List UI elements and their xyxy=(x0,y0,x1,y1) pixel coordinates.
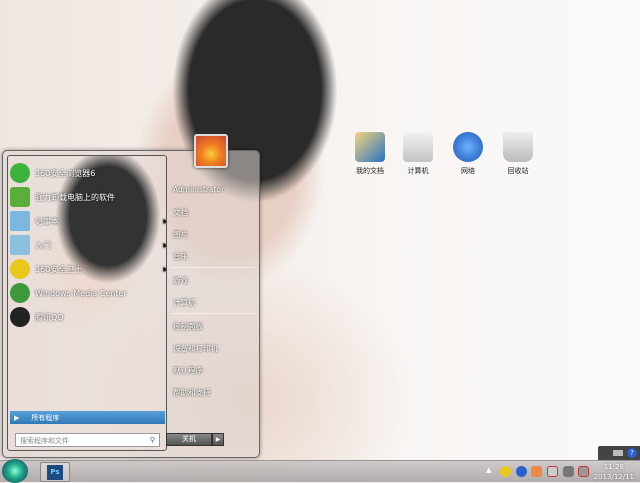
menu-control-panel[interactable]: 控制面板 xyxy=(173,321,203,332)
submenu-arrow-icon[interactable]: ▶ xyxy=(163,218,166,225)
menu-music[interactable]: 音乐 xyxy=(173,251,188,262)
language-bar[interactable]: ? xyxy=(598,446,640,460)
program-getting-started[interactable]: 入门 ▶ xyxy=(10,234,166,256)
clock-time: 11:28 xyxy=(603,463,624,471)
getting-started-icon xyxy=(10,235,30,255)
user-avatar[interactable] xyxy=(194,134,228,168)
360-safe-icon xyxy=(10,259,30,279)
qq-tray-icon[interactable] xyxy=(531,466,542,477)
icon-label: 网络 xyxy=(461,167,475,175)
help-icon[interactable]: ? xyxy=(627,448,637,458)
360-browser-icon xyxy=(10,163,30,183)
icon-label: 计算机 xyxy=(407,167,429,175)
menu-computer[interactable]: 计算机 xyxy=(173,297,196,308)
program-media-center[interactable]: Windows Media Center xyxy=(10,282,160,304)
program-uninstall[interactable]: 强力卸载电脑上的软件 xyxy=(10,186,160,208)
menu-pictures[interactable]: 图片 xyxy=(173,229,188,240)
desktop-icon-recycle-bin[interactable]: 回收站 xyxy=(493,132,543,176)
program-label: 腾讯QQ xyxy=(35,312,64,322)
program-label: 360安全浏览器6 xyxy=(35,168,96,178)
icon-label: 回收站 xyxy=(507,167,529,175)
shutdown-options-button[interactable]: ▶ xyxy=(212,433,224,446)
network-tray-icon[interactable] xyxy=(563,466,574,477)
search-input[interactable]: 搜索程序和文件 ⚲ xyxy=(15,433,160,447)
uninstall-icon xyxy=(10,187,30,207)
shutdown-group: 关机 ▶ xyxy=(166,433,224,446)
all-programs-button[interactable]: ▶ 所有程序 xyxy=(10,411,165,424)
taskbar: Ps ▲ 11:28 2013/12/11 xyxy=(0,459,640,483)
notepad-icon xyxy=(10,211,30,231)
program-label: 记事本 xyxy=(35,216,59,226)
desktop-icon-computer[interactable]: 计算机 xyxy=(393,132,443,176)
volume-icon[interactable] xyxy=(578,466,589,477)
programs-pane: 360安全浏览器6 强力卸载电脑上的软件 记事本 ▶ 入门 ▶ 360安全卫士 ▶ W… xyxy=(7,155,167,451)
menu-documents[interactable]: 文档 xyxy=(173,207,188,218)
program-label: Windows Media Center xyxy=(35,288,127,298)
photoshop-icon: Ps xyxy=(47,465,63,480)
arrow-right-icon: ▶ xyxy=(14,413,20,422)
search-placeholder: 搜索程序和文件 xyxy=(20,437,69,445)
places-pane: Administrator 文档 图片 音乐 游戏 计算机 控制面板 设备和打印… xyxy=(171,151,257,451)
program-360-safe[interactable]: 360安全卫士 ▶ xyxy=(10,258,166,280)
program-qq[interactable]: 腾讯QQ xyxy=(10,306,160,328)
submenu-arrow-icon[interactable]: ▶ xyxy=(163,266,166,273)
clock-date: 2013/12/11 xyxy=(593,473,634,481)
desktop-icon-network[interactable]: 网络 xyxy=(443,132,493,176)
clock[interactable]: 11:28 2013/12/11 xyxy=(594,462,634,482)
action-center-icon[interactable] xyxy=(547,466,558,477)
desktop-icon-documents[interactable]: 我的文档 xyxy=(345,132,395,176)
search-icon[interactable]: ⚲ xyxy=(150,436,155,444)
program-notepad[interactable]: 记事本 ▶ xyxy=(10,210,166,232)
browser-tray-icon[interactable] xyxy=(516,466,527,477)
submenu-arrow-icon[interactable]: ▶ xyxy=(163,242,166,249)
icon-label: 我的文档 xyxy=(356,167,384,175)
program-label: 360安全卫士 xyxy=(35,264,83,274)
program-label: 入门 xyxy=(35,240,51,250)
network-icon xyxy=(453,132,483,162)
media-center-icon xyxy=(10,283,30,303)
menu-default-programs[interactable]: 默认程序 xyxy=(173,365,203,376)
all-programs-label: 所有程序 xyxy=(31,413,60,422)
program-360-browser[interactable]: 360安全浏览器6 xyxy=(10,162,160,184)
computer-icon xyxy=(403,132,433,162)
recycle-bin-icon xyxy=(503,132,533,162)
shutdown-button[interactable]: 关机 xyxy=(166,433,212,446)
360-safe-tray-icon[interactable] xyxy=(500,466,511,477)
start-button[interactable] xyxy=(2,459,28,483)
menu-help-support[interactable]: 帮助和支持 xyxy=(173,387,211,398)
folder-icon xyxy=(355,132,385,162)
divider xyxy=(171,267,255,268)
divider xyxy=(171,313,255,314)
menu-games[interactable]: 游戏 xyxy=(173,275,188,286)
user-name[interactable]: Administrator xyxy=(173,185,224,194)
keyboard-icon[interactable] xyxy=(613,450,623,456)
menu-devices-printers[interactable]: 设备和打印机 xyxy=(173,343,218,354)
qq-icon xyxy=(10,307,30,327)
program-label: 强力卸载电脑上的软件 xyxy=(35,192,115,202)
taskbar-photoshop[interactable]: Ps xyxy=(40,462,70,482)
show-hidden-icons[interactable]: ▲ xyxy=(486,466,497,477)
start-menu: 360安全浏览器6 强力卸载电脑上的软件 记事本 ▶ 入门 ▶ 360安全卫士 ▶ W… xyxy=(2,150,260,458)
